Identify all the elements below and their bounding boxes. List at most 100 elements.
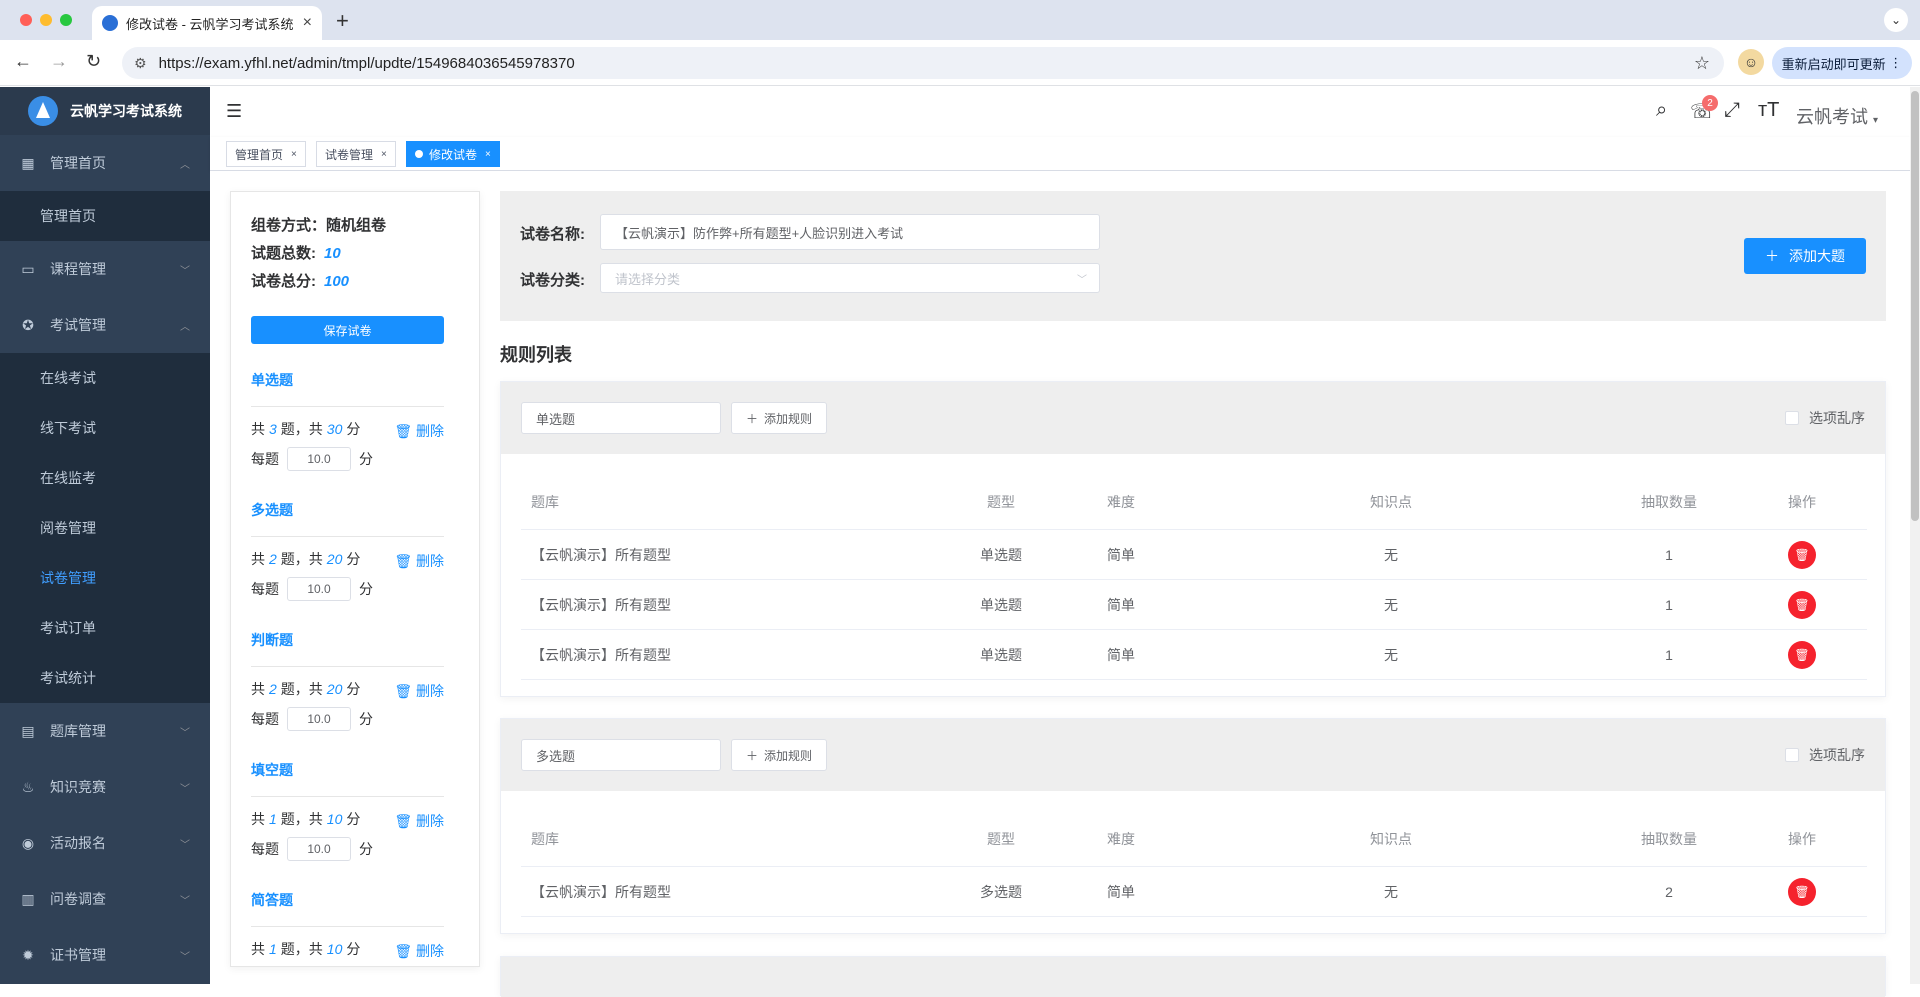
text-each: 每题 <box>251 711 279 727</box>
delete-rule-button[interactable]: 🗑 <box>1788 877 1816 906</box>
page-scrollbar-thumb[interactable] <box>1911 91 1919 521</box>
new-tab-icon[interactable]: + <box>336 8 349 34</box>
paper-category-select[interactable]: 请选择分类 ﹀ <box>600 263 1100 293</box>
tag-edit-paper[interactable]: 修改试卷 × <box>406 141 500 167</box>
reload-icon[interactable]: ↻ <box>86 51 101 72</box>
delete-type-button[interactable]: 🗑 删除 <box>394 681 444 701</box>
page-scrollbar[interactable] <box>1910 87 1920 984</box>
chevron-down-icon: ﹀ <box>180 783 190 795</box>
relaunch-update-button[interactable]: 重新启动即可更新 ⋮ <box>1772 47 1912 79</box>
delete-type-button[interactable]: 🗑 删除 <box>394 551 444 571</box>
close-tab-icon[interactable]: × <box>303 14 312 32</box>
close-tag-icon[interactable]: × <box>381 149 387 160</box>
question-type-summary: 共 1 题，共 10 分 🗑 删除 <box>251 939 444 965</box>
sidebar-item-activity[interactable]: ◉ 活动报名 ﹀ <box>0 815 210 871</box>
delete-rule-button[interactable]: 🗑 <box>1788 590 1816 619</box>
delete-type-button[interactable]: 🗑 删除 <box>394 941 444 961</box>
book-icon: ▥ <box>21 890 35 907</box>
compose-method: 组卷方式：随机组卷 <box>251 214 386 235</box>
tag-home[interactable]: 管理首页 × <box>226 141 306 167</box>
plus-icon: ＋ <box>745 411 758 426</box>
sidebar-subitem-offline-exam[interactable]: 线下考试 <box>0 403 210 453</box>
user-dropdown[interactable]: 云帆考试 ▾ <box>1796 103 1878 129</box>
hamburger-icon[interactable]: ☰ <box>226 101 242 122</box>
save-paper-button[interactable]: 保存试卷 <box>251 316 444 344</box>
text-fen: 分 <box>346 551 361 567</box>
url-text: https://exam.yfhl.net/admin/tmpl/updte/1… <box>158 54 575 72</box>
add-rule-button[interactable]: ＋ 添加规则 <box>731 739 827 771</box>
document-icon: ▤ <box>21 722 35 739</box>
close-tag-icon[interactable]: × <box>485 149 491 160</box>
delete-type-button[interactable]: 🗑 删除 <box>394 421 444 441</box>
table-row: 【云帆演示】所有题型 单选题 简单 无 1 🗑 <box>521 630 1867 680</box>
back-icon[interactable]: ← <box>14 51 32 72</box>
question-type-value: 多选题 <box>536 748 576 764</box>
text-fen: 分 <box>359 451 373 467</box>
add-section-button[interactable]: ＋ 添加大题 <box>1744 238 1866 274</box>
column-header: 知识点 <box>1370 493 1412 510</box>
checkbox-icon <box>1785 748 1799 762</box>
sidebar-subitem-online-exam[interactable]: 在线考试 <box>0 353 210 403</box>
browser-tab[interactable]: 修改试卷 - 云帆学习考试系统 × <box>92 6 322 40</box>
sidebar-subitem-orders[interactable]: 考试订单 <box>0 603 210 653</box>
sidebar-item-question-bank[interactable]: ▤ 题库管理 ﹀ <box>0 703 210 759</box>
paper-name-input[interactable]: 【云帆演示】防作弊+所有题型+人脸识别进入考试 <box>600 214 1100 250</box>
table-cell: 简单 <box>1107 883 1135 900</box>
minimize-window-button[interactable] <box>40 14 52 26</box>
question-type-summary: 共 2 题，共 20 分 🗑 删除 <box>251 679 444 705</box>
add-rule-label: 添加规则 <box>764 748 813 763</box>
tag-paper-manage[interactable]: 试卷管理 × <box>316 141 396 167</box>
bookmark-star-icon[interactable]: ☆ <box>1694 53 1710 74</box>
sidebar-subitem-grading[interactable]: 阅卷管理 <box>0 503 210 553</box>
sidebar-subitem-proctor[interactable]: 在线监考 <box>0 453 210 503</box>
sidebar-item-survey[interactable]: ▥ 问卷调查 ﹀ <box>0 871 210 927</box>
question-type-summary: 共 2 题，共 20 分 🗑 删除 <box>251 549 444 575</box>
sidebar-subitem-home[interactable]: 管理首页 <box>0 191 210 241</box>
gear-icon: ✹ <box>22 946 34 963</box>
table-cell: 简单 <box>1107 596 1135 613</box>
question-type-select[interactable]: 多选题 <box>521 739 721 771</box>
per-score-input[interactable]: 10.0 <box>287 447 351 471</box>
total-questions: 试题总数: 10 <box>251 242 341 263</box>
sidebar-item-dashboard[interactable]: ▦ 管理首页 ︿ <box>0 135 210 191</box>
question-type-title: 多选题 <box>251 502 293 518</box>
site-info-icon[interactable]: ⚙ <box>134 55 147 72</box>
shuffle-options-checkbox[interactable]: 选项乱序 <box>1785 408 1865 428</box>
delete-rule-button[interactable]: 🗑 <box>1788 640 1816 669</box>
fire-icon: ♨ <box>21 778 35 795</box>
sidebar-item-course[interactable]: ▭ 课程管理 ﹀ <box>0 241 210 297</box>
add-rule-button[interactable]: ＋ 添加规则 <box>731 402 827 434</box>
per-score-input[interactable]: 10.0 <box>287 707 351 731</box>
delete-rule-button[interactable]: 🗑 <box>1788 540 1816 569</box>
fullscreen-icon[interactable]: ⤢ <box>1724 99 1740 122</box>
sidebar-item-exam[interactable]: ✪ 考试管理 ︿ <box>0 297 210 353</box>
sidebar-logo[interactable]: 云帆学习考试系统 <box>0 87 210 135</box>
font-size-icon[interactable]: ᴛT <box>1758 99 1779 122</box>
maximize-window-button[interactable] <box>60 14 72 26</box>
site-favicon-icon <box>102 15 118 31</box>
sidebar-subitem-paper[interactable]: 试卷管理 <box>0 553 210 603</box>
profile-avatar-icon[interactable]: ☺ <box>1738 49 1764 75</box>
table-row: 【云帆演示】所有题型 多选题 简单 无 2 🗑 <box>521 867 1867 917</box>
close-window-button[interactable] <box>20 14 32 26</box>
tab-search-icon[interactable]: ⌄ <box>1884 8 1908 32</box>
trash-icon: 🗑 <box>1794 597 1810 612</box>
delete-type-button[interactable]: 🗑 删除 <box>394 811 444 831</box>
per-score-input[interactable]: 10.0 <box>287 577 351 601</box>
search-icon[interactable]: ⌕ <box>1656 99 1667 122</box>
question-type-select[interactable]: 单选题 <box>521 402 721 434</box>
question-count: 1 <box>269 811 277 827</box>
sidebar-subitem-stats[interactable]: 考试统计 <box>0 653 210 703</box>
browser-tab-title: 修改试卷 - 云帆学习考试系统 <box>126 16 294 32</box>
column-header: 知识点 <box>1370 830 1412 847</box>
shuffle-options-checkbox[interactable]: 选项乱序 <box>1785 745 1865 765</box>
per-score-input[interactable]: 10.0 <box>287 837 351 861</box>
close-tag-icon[interactable]: × <box>291 149 297 160</box>
sidebar-item-contest[interactable]: ♨ 知识竞赛 ﹀ <box>0 759 210 815</box>
sidebar-item-certificate[interactable]: ✹ 证书管理 ﹀ <box>0 927 210 983</box>
forward-icon[interactable]: → <box>50 51 68 72</box>
url-input[interactable]: ⚙ https://exam.yfhl.net/admin/tmpl/updte… <box>122 47 1724 79</box>
question-score: 10 <box>326 811 343 827</box>
paper-form: 试卷名称: 【云帆演示】防作弊+所有题型+人脸识别进入考试 试卷分类: 请选择分… <box>500 191 1886 321</box>
logo-text: 云帆学习考试系统 <box>70 103 182 119</box>
